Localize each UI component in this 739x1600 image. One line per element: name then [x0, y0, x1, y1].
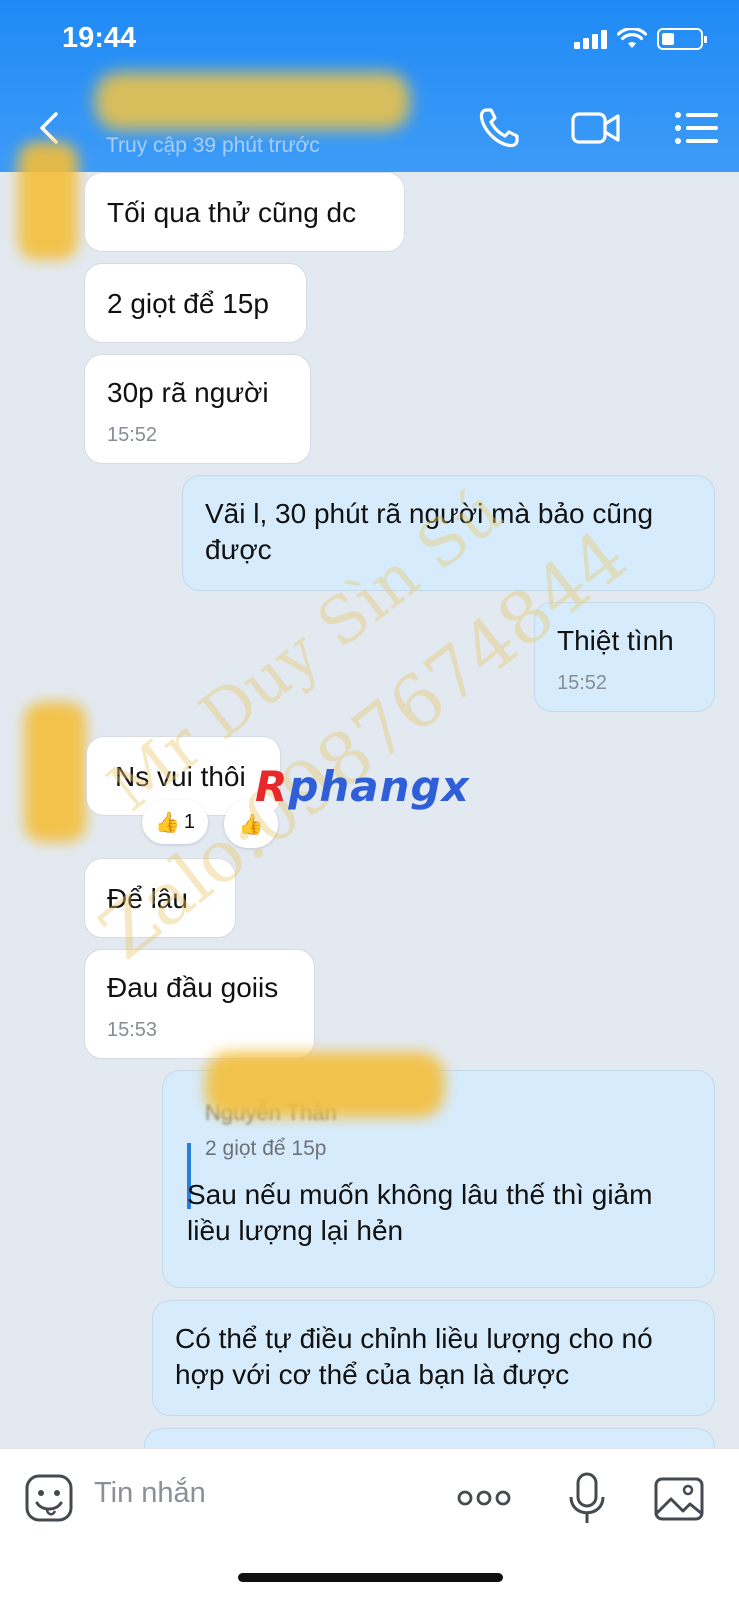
message-input-bar: Tin nhắn — [0, 1448, 739, 1600]
message-bubble-outgoing[interactable]: Có thể tự điều chỉnh liều lượng cho nó h… — [152, 1300, 715, 1416]
sticker-icon[interactable] — [22, 1471, 76, 1525]
microphone-icon[interactable] — [560, 1471, 614, 1525]
reaction-count: 1 — [183, 810, 196, 833]
message-text: Đau đầu goiis — [107, 972, 279, 1003]
thumbs-up-icon: 👍 — [154, 811, 180, 834]
message-bubble-outgoing[interactable]: Thiệt tình 15:52 — [534, 602, 715, 712]
wifi-icon — [617, 28, 647, 48]
message-input[interactable]: Tin nhắn — [94, 1477, 206, 1510]
message-text: Vãi l, 30 phút rã người mà bảo cũng được — [205, 498, 654, 565]
message-timestamp: 15:53 — [107, 1019, 158, 1041]
message-timestamp: 15:52 — [107, 424, 158, 446]
watermark-brand-logo: Rphangx — [255, 762, 470, 811]
reaction-summary[interactable]: 👍 1 — [142, 800, 208, 844]
message-bubble-incoming[interactable]: Đau đầu goiis 15:53 — [84, 949, 315, 1059]
message-text: Tối qua thử cũng dc — [107, 197, 357, 228]
message-text: 30p rã người — [107, 377, 269, 408]
home-indicator — [238, 1573, 503, 1582]
message-text: Để lâu — [107, 883, 188, 914]
more-options-icon[interactable] — [456, 1471, 512, 1525]
message-bubble-incoming[interactable]: 30p rã người 15:52 — [84, 354, 311, 464]
chat-screen: 19:44 Truy cập 39 phút trước Tối qua thử… — [0, 0, 739, 1600]
video-call-icon[interactable] — [570, 102, 622, 154]
message-bubble-outgoing[interactable]: Vãi l, 30 phút rã người mà bảo cũng được — [182, 475, 715, 591]
image-gallery-icon[interactable] — [652, 1471, 706, 1525]
thumbs-up-icon: 👍 — [238, 813, 264, 836]
status-time: 19:44 — [62, 22, 137, 54]
message-bubble-incoming[interactable]: 2 giọt để 15p — [84, 263, 307, 343]
contact-avatar-redacted — [24, 702, 86, 842]
message-text: Sau nếu muốn không lâu thế thì giảm liều… — [187, 1179, 653, 1246]
menu-list-icon[interactable] — [672, 102, 724, 154]
cellular-signal-icon — [574, 29, 607, 49]
message-bubble-incoming[interactable]: Tối qua thử cũng dc — [84, 172, 405, 252]
status-icons — [574, 28, 707, 50]
contact-name-redacted — [95, 72, 410, 130]
message-text: Có thể tự điều chỉnh liều lượng cho nó h… — [175, 1323, 653, 1390]
message-bubble-incoming[interactable]: Để lâu — [84, 858, 236, 938]
phone-icon[interactable] — [473, 102, 525, 154]
add-reaction-button[interactable]: 👍 — [224, 800, 278, 848]
contact-avatar-redacted — [18, 142, 78, 260]
reply-quoted-text: 2 giọt để 15p — [205, 1137, 327, 1160]
contact-last-seen: Truy cập 39 phút trước — [106, 134, 320, 157]
battery-icon — [657, 28, 707, 50]
message-text: Thiệt tình — [557, 625, 674, 656]
reply-author-redaction — [205, 1052, 445, 1118]
message-timestamp: 15:52 — [557, 672, 608, 694]
message-text: 2 giọt để 15p — [107, 288, 269, 319]
chat-header: 19:44 Truy cập 39 phút trước — [0, 0, 739, 172]
message-text: Ns vui thôi — [115, 761, 246, 792]
